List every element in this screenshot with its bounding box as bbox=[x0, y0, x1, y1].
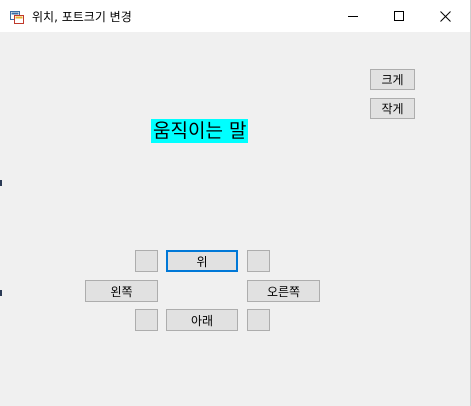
edge-mark bbox=[0, 290, 2, 296]
app-window: 위치, 포트크기 변경 크게 작게 움직이는 말 위 왼쪽 오른쪽 아래 bbox=[0, 0, 471, 406]
close-button[interactable] bbox=[422, 0, 468, 32]
down-button[interactable]: 아래 bbox=[166, 309, 238, 331]
minimize-icon bbox=[348, 16, 358, 17]
blank-button-bottom-right[interactable] bbox=[247, 309, 270, 331]
edge-mark bbox=[0, 180, 2, 186]
left-button[interactable]: 왼쪽 bbox=[85, 280, 158, 302]
blank-button-top-right[interactable] bbox=[247, 250, 270, 272]
minimize-button[interactable] bbox=[330, 0, 376, 32]
left-edge bbox=[0, 32, 2, 406]
right-button[interactable]: 오른쪽 bbox=[247, 280, 320, 302]
blank-button-top-left[interactable] bbox=[135, 250, 158, 272]
up-button[interactable]: 위 bbox=[166, 250, 238, 272]
moving-label: 움직이는 말 bbox=[151, 119, 249, 143]
close-icon bbox=[439, 10, 451, 22]
bigger-button[interactable]: 크게 bbox=[370, 69, 415, 90]
maximize-button[interactable] bbox=[376, 0, 422, 32]
smaller-button[interactable]: 작게 bbox=[370, 98, 415, 119]
app-icon bbox=[10, 9, 24, 24]
title-bar[interactable]: 위치, 포트크기 변경 bbox=[0, 0, 470, 32]
window-title: 위치, 포트크기 변경 bbox=[32, 10, 132, 24]
maximize-icon bbox=[394, 11, 404, 21]
blank-button-bottom-left[interactable] bbox=[135, 309, 158, 331]
